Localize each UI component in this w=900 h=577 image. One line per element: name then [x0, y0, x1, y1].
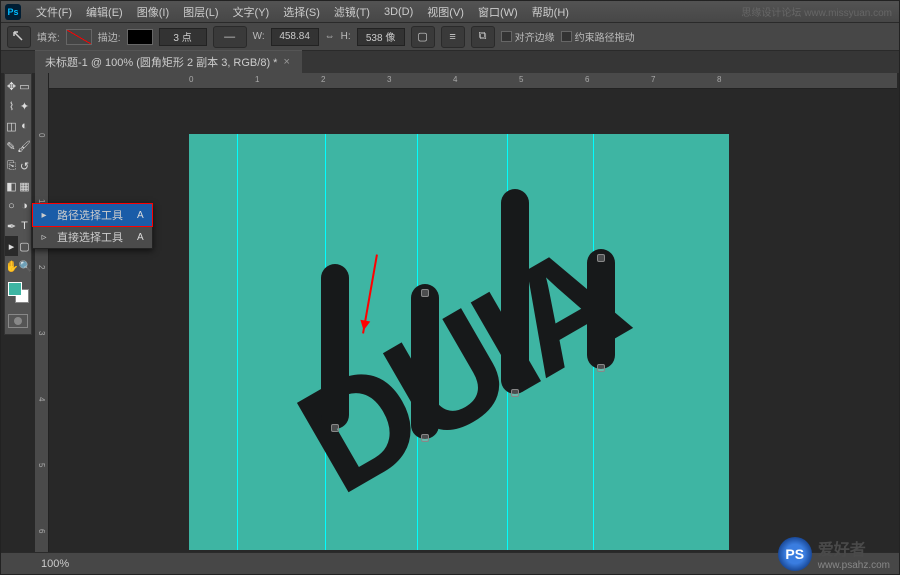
statusbar: 100%: [1, 552, 899, 574]
watermark: PS 爱好者 www.psahz.com: [778, 536, 890, 571]
path-handle[interactable]: [421, 434, 429, 442]
brush-tool[interactable]: 🖌: [17, 136, 31, 156]
shape-tool[interactable]: ▢: [18, 236, 31, 256]
path-align-icon[interactable]: ≡: [441, 26, 465, 48]
path-select-flyout: ▸ 路径选择工具 A ▹ 直接选择工具 A: [32, 203, 153, 249]
document-tabbar: 未标题-1 @ 100% (圆角矩形 2 副本 3, RGB/8) * ×: [1, 51, 899, 73]
eyedropper-tool[interactable]: ◐: [18, 116, 31, 136]
options-bar: 填充: 描边: — W: ⇔ H: ▢ ≡ ⧉ 对齐边缘 约束路径拖动: [1, 23, 899, 51]
menu-view[interactable]: 视图(V): [420, 4, 471, 20]
menu-type[interactable]: 文字(Y): [226, 4, 277, 20]
shape-stroke[interactable]: [411, 284, 439, 439]
ruler-vertical: 0 1 2 3 4 5 6: [35, 73, 49, 552]
menu-edit[interactable]: 编辑(E): [79, 4, 130, 20]
zoom-level[interactable]: 100%: [41, 558, 69, 570]
flyout-path-selection[interactable]: ▸ 路径选择工具 A: [33, 204, 152, 226]
app-logo[interactable]: Ps: [5, 4, 21, 20]
history-brush-tool[interactable]: ↺: [18, 156, 31, 176]
canvas[interactable]: DUIA: [189, 134, 729, 550]
wand-tool[interactable]: ✦: [18, 96, 31, 116]
lasso-tool[interactable]: ⌇: [5, 96, 18, 116]
hand-tool[interactable]: ✋: [5, 256, 19, 276]
menu-3d[interactable]: 3D(D): [377, 6, 420, 18]
move-tool[interactable]: ✥: [5, 76, 18, 96]
menu-file[interactable]: 文件(F): [29, 4, 79, 20]
width-input[interactable]: [271, 28, 319, 46]
canvas-viewport[interactable]: DUIA: [49, 89, 897, 550]
path-handle[interactable]: [511, 389, 519, 397]
direct-select-icon: ▹: [37, 230, 51, 244]
stroke-width-input[interactable]: [159, 28, 207, 46]
link-wh-icon[interactable]: ⇔: [325, 31, 335, 42]
quickmask-icon[interactable]: [8, 314, 28, 328]
watermark-text: 爱好者: [818, 536, 890, 560]
document-tab[interactable]: 未标题-1 @ 100% (圆角矩形 2 副本 3, RGB/8) * ×: [35, 50, 302, 73]
fill-swatch[interactable]: [66, 29, 92, 45]
path-handle[interactable]: [421, 289, 429, 297]
stroke-label: 描边:: [98, 29, 121, 44]
watermark-logo: PS: [778, 537, 812, 571]
blur-tool[interactable]: ○: [5, 196, 18, 216]
pen-tool[interactable]: ✒: [5, 216, 18, 236]
flyout-direct-selection[interactable]: ▹ 直接选择工具 A: [33, 226, 152, 248]
path-select-tool[interactable]: ▸: [5, 236, 18, 256]
menu-window[interactable]: 窗口(W): [471, 4, 525, 20]
guide-line[interactable]: [237, 134, 238, 550]
path-handle[interactable]: [597, 364, 605, 372]
type-tool[interactable]: T: [18, 216, 31, 236]
ruler-horizontal: 0 1 2 3 4 5 6 7 8: [49, 73, 897, 89]
height-input[interactable]: [357, 28, 405, 46]
path-ops-icon[interactable]: ▢: [411, 26, 435, 48]
document-tab-title: 未标题-1 @ 100% (圆角矩形 2 副本 3, RGB/8) *: [45, 54, 277, 70]
heal-tool[interactable]: ✎: [5, 136, 17, 156]
stroke-swatch[interactable]: [127, 29, 153, 45]
shape-stroke[interactable]: [587, 249, 615, 369]
align-edges-checkbox[interactable]: 对齐边缘: [501, 29, 555, 44]
constrain-path-checkbox[interactable]: 约束路径拖动: [561, 29, 635, 44]
path-handle[interactable]: [331, 424, 339, 432]
workspace: ✥▭ ⌇✦ ◫◐ ✎🖌 ⎘↺ ◧▦ ○◑ ✒T ▸▢ ✋🔍 ▸ 路径选择工具 A: [1, 73, 899, 552]
menu-image[interactable]: 图像(I): [130, 4, 176, 20]
menu-layer[interactable]: 图层(L): [176, 4, 225, 20]
app-window: Ps 文件(F) 编辑(E) 图像(I) 图层(L) 文字(Y) 选择(S) 滤…: [0, 0, 900, 575]
h-label: H:: [341, 31, 351, 42]
stamp-tool[interactable]: ⎘: [5, 156, 18, 176]
menu-filter[interactable]: 滤镜(T): [327, 4, 377, 20]
path-select-icon: ▸: [37, 208, 51, 222]
toolbox: ✥▭ ⌇✦ ◫◐ ✎🖌 ⎘↺ ◧▦ ○◑ ✒T ▸▢ ✋🔍: [4, 73, 32, 335]
w-label: W:: [253, 31, 265, 42]
menu-select[interactable]: 选择(S): [276, 4, 327, 20]
watermark-url: www.psahz.com: [818, 560, 890, 571]
menu-help[interactable]: 帮助(H): [525, 4, 576, 20]
tool-preset-icon[interactable]: [7, 26, 31, 48]
shape-stroke[interactable]: [321, 264, 349, 429]
top-watermark: 思缘设计论坛 www.missyuan.com: [741, 4, 892, 19]
path-handle[interactable]: [597, 254, 605, 262]
gradient-tool[interactable]: ▦: [18, 176, 31, 196]
path-arrange-icon[interactable]: ⧉: [471, 26, 495, 48]
dodge-tool[interactable]: ◑: [18, 196, 31, 216]
fill-label: 填充:: [37, 29, 60, 44]
color-swatches[interactable]: [5, 280, 31, 310]
crop-tool[interactable]: ◫: [5, 116, 18, 136]
foreground-color[interactable]: [8, 282, 22, 296]
marquee-tool[interactable]: ▭: [18, 76, 31, 96]
eraser-tool[interactable]: ◧: [5, 176, 18, 196]
shape-stroke[interactable]: [501, 189, 529, 394]
zoom-tool[interactable]: 🔍: [19, 256, 33, 276]
close-tab-icon[interactable]: ×: [283, 56, 289, 68]
stroke-style-icon[interactable]: —: [213, 26, 247, 48]
